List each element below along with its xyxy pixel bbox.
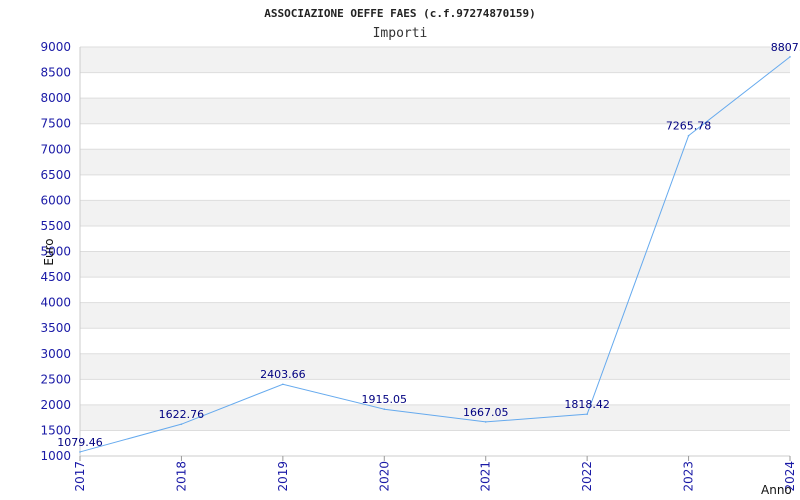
x-tick-label: 2021: [479, 461, 493, 492]
y-tick-label: 4500: [40, 270, 71, 284]
y-tick-label: 3500: [40, 321, 71, 335]
y-tick-label: 8000: [40, 91, 71, 105]
data-point: [484, 421, 487, 423]
y-tick-label: 1000: [40, 449, 71, 463]
line-chart: 1000150020002500300035004000450050005500…: [40, 7, 800, 497]
x-tick-label: 2020: [377, 461, 391, 492]
grid-band: [80, 47, 790, 73]
y-axis-label: Euro: [42, 238, 56, 265]
y-tick-label: 9000: [40, 40, 71, 54]
data-label: 1667.05: [463, 406, 509, 419]
data-label: 2403.66: [260, 368, 306, 381]
data-point: [586, 413, 588, 415]
y-tick-label: 7000: [40, 142, 71, 156]
y-tick-label: 2000: [40, 398, 71, 412]
data-label: 1818.42: [564, 398, 610, 411]
y-tick-label: 6000: [40, 193, 71, 207]
data-label: 8807.5: [771, 41, 800, 54]
x-tick-label: 2018: [174, 461, 188, 492]
grid-bands: [80, 47, 790, 431]
y-tick-label: 3000: [40, 347, 71, 361]
data-point: [282, 383, 284, 386]
grid-band: [80, 302, 790, 329]
y-tick-label: 4000: [40, 296, 71, 310]
x-tick-label: 2023: [682, 461, 696, 492]
chart-subtitle: Importi: [373, 26, 428, 41]
grid-band: [80, 200, 790, 226]
x-tick-labels: 2017 2018 2019 2020 2021 2022 2023 2024: [73, 456, 797, 492]
x-tick-label: 2022: [580, 461, 594, 492]
data-point: [789, 56, 791, 58]
data-point: [79, 451, 81, 453]
grid-band: [80, 353, 790, 380]
data-point: [687, 134, 690, 137]
data-label: 7265.78: [666, 120, 712, 133]
x-tick-label: 2019: [276, 461, 290, 492]
grid-band: [80, 251, 790, 278]
y-tick-label: 8500: [40, 66, 71, 80]
data-point: [383, 408, 386, 411]
y-tick-label: 7500: [40, 117, 71, 131]
data-label: 1622.76: [159, 408, 205, 421]
y-tick-label: 2500: [40, 372, 71, 386]
x-axis-label: Anno: [761, 483, 792, 497]
data-label: 1079.46: [57, 436, 103, 449]
data-label: 1915.05: [362, 393, 408, 406]
y-tick-label: 5500: [40, 219, 71, 233]
data-point: [180, 423, 183, 425]
grid-band: [80, 149, 790, 175]
chart-title: ASSOCIAZIONE OEFFE FAES (c.f.97274870159…: [264, 7, 536, 20]
y-tick-label: 6500: [40, 168, 71, 182]
x-tick-label: 2017: [73, 461, 87, 492]
